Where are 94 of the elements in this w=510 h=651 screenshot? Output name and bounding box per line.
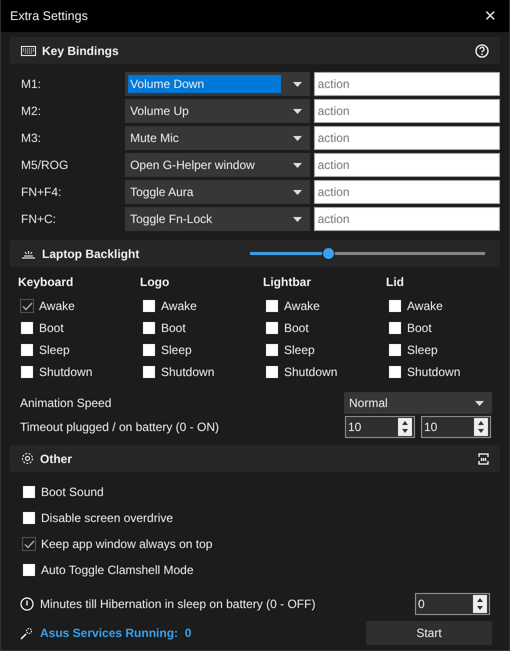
backlight-icon <box>21 248 36 258</box>
action-dropdown[interactable]: Open G-Helper window <box>125 153 310 177</box>
action-field[interactable]: action <box>314 99 500 123</box>
key-label: M2: <box>20 104 42 118</box>
checkbox-label: Keep app window always on top <box>41 537 212 551</box>
checkbox-label: Shutdown <box>407 365 460 379</box>
checkbox[interactable] <box>388 365 402 379</box>
checkbox[interactable] <box>22 537 36 551</box>
checkbox-label: Sleep <box>407 343 438 357</box>
action-field[interactable]: action <box>314 207 500 231</box>
close-button[interactable]: ✕ <box>484 7 497 25</box>
checkbox[interactable] <box>20 321 34 335</box>
checkbox-label: Boot <box>407 321 432 335</box>
section-title: Key Bindings <box>42 44 119 58</box>
action-field[interactable]: action <box>314 72 500 96</box>
spinner-arrows-icon[interactable] <box>474 418 488 436</box>
checkbox[interactable] <box>265 343 279 357</box>
column-title: Logo <box>140 275 170 291</box>
checkbox-label: Boot Sound <box>41 485 104 499</box>
checkbox[interactable] <box>388 343 402 357</box>
action-dropdown[interactable]: Toggle Fn-Lock <box>125 207 310 231</box>
section-title: Laptop Backlight <box>42 246 140 260</box>
keyboard-icon <box>21 46 36 56</box>
action-dropdown[interactable]: Volume Down <box>125 72 310 96</box>
checkbox-label: Sleep <box>284 343 315 357</box>
checkbox-label: Sleep <box>161 343 192 357</box>
caret-icon <box>292 108 302 114</box>
key-label: FN+F4: <box>20 185 62 199</box>
spinner-arrows-icon[interactable] <box>398 418 412 436</box>
number-field[interactable]: 10 <box>421 416 491 438</box>
checkbox[interactable] <box>22 511 36 525</box>
brightness-slider[interactable] <box>250 247 485 260</box>
spinner-arrows-icon[interactable] <box>473 595 487 613</box>
checkbox-label: Auto Toggle Clamshell Mode <box>41 563 194 577</box>
device-icon[interactable] <box>478 452 489 464</box>
checkbox[interactable] <box>22 563 36 577</box>
checkbox-label: Boot <box>161 321 186 335</box>
start-button[interactable]: Start <box>366 621 492 645</box>
checkbox-label: Shutdown <box>284 365 338 379</box>
checkbox[interactable] <box>142 343 156 357</box>
checkbox-label: Disable screen overdrive <box>41 511 174 525</box>
caret-icon <box>292 162 302 168</box>
services-icon <box>20 626 34 640</box>
action-dropdown[interactable]: Mute Mic <box>125 126 310 150</box>
caret-icon <box>292 216 302 222</box>
action-field[interactable]: action <box>314 153 500 177</box>
caret-icon <box>292 190 302 194</box>
checkbox-label: Shutdown <box>161 365 214 379</box>
section-title: Other <box>40 452 72 466</box>
action-dropdown[interactable]: Volume Up <box>125 99 310 123</box>
number-field[interactable]: 0 <box>415 593 490 615</box>
checkbox-label: Boot <box>39 321 64 335</box>
key-label: M5/ROG <box>20 158 70 172</box>
checkbox[interactable] <box>142 365 156 379</box>
setting-label: Minutes till Hibernation in sleep on battery (0 - OFF) <box>40 597 316 611</box>
checkbox-label: Awake <box>39 299 75 313</box>
checkbox[interactable] <box>265 365 279 379</box>
checkbox[interactable] <box>142 321 156 335</box>
speed-dropdown[interactable]: Normal <box>344 392 492 414</box>
checkbox-label: Boot <box>284 321 309 335</box>
checkbox[interactable] <box>265 299 279 313</box>
number-field[interactable]: 10 <box>345 416 415 438</box>
gear-icon <box>21 452 34 465</box>
checkbox[interactable] <box>142 299 156 313</box>
action-field[interactable]: action <box>314 180 500 204</box>
key-label: FN+C: <box>20 212 58 226</box>
column-title: Lid <box>386 275 405 291</box>
info-icon <box>20 597 34 611</box>
checkbox[interactable] <box>20 365 34 379</box>
checkbox[interactable] <box>20 299 34 313</box>
checkbox-label: Sleep <box>39 343 70 357</box>
checkbox-label: Awake <box>407 299 443 313</box>
status-text: Asus Services Running: 0 <box>40 626 192 640</box>
checkbox[interactable] <box>20 343 34 357</box>
key-label: M3: <box>20 131 42 145</box>
checkbox[interactable] <box>265 321 279 335</box>
checkbox-label: Awake <box>284 299 320 313</box>
help-icon[interactable] <box>475 44 489 58</box>
setting-label: Timeout plugged / on battery (0 - ON) <box>20 420 219 434</box>
key-label: M1: <box>20 77 42 91</box>
setting-label: Animation Speed <box>20 396 112 410</box>
caret-icon <box>475 400 484 406</box>
action-dropdown[interactable]: Toggle Aura <box>125 180 310 204</box>
column-title: Lightbar <box>263 275 312 291</box>
window-title: Extra Settings <box>10 9 88 23</box>
checkbox[interactable] <box>22 485 36 499</box>
checkbox-label: Awake <box>161 299 197 313</box>
caret-icon <box>292 136 302 140</box>
checkbox[interactable] <box>388 299 402 313</box>
caret-icon <box>292 82 302 86</box>
checkbox[interactable] <box>388 321 402 335</box>
column-title: Keyboard <box>18 275 74 291</box>
action-field[interactable]: action <box>314 126 500 150</box>
checkbox-label: Shutdown <box>39 365 92 379</box>
